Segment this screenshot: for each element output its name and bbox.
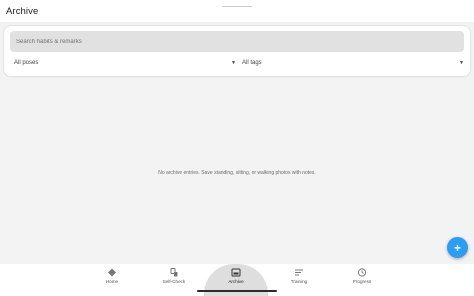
search-input[interactable] bbox=[10, 31, 464, 52]
plus-icon: + bbox=[453, 240, 461, 255]
gesture-handle bbox=[197, 290, 277, 292]
progress-icon bbox=[357, 268, 367, 277]
page-title: Archive bbox=[6, 6, 39, 17]
nav-label-training: Training bbox=[290, 279, 308, 284]
nav-label-self-check: Self-Check bbox=[162, 279, 186, 284]
nav-label-home: Home bbox=[105, 279, 119, 284]
nav-label-progress: Progress bbox=[352, 279, 372, 284]
empty-state-message: No archive entries. Save standing, sitti… bbox=[158, 170, 316, 176]
top-bar: Archive bbox=[0, 0, 474, 22]
filter-card: All poses ▼ All tags ▼ bbox=[4, 26, 470, 76]
tag-filter-dropdown[interactable]: All tags ▼ bbox=[240, 57, 464, 71]
home-icon bbox=[108, 268, 116, 277]
tag-filter-value: All tags bbox=[242, 60, 262, 66]
pose-filter-value: All poses bbox=[14, 60, 39, 66]
nav-item-home[interactable]: Home bbox=[80, 264, 144, 296]
caret-down-icon: ▼ bbox=[231, 60, 236, 66]
training-icon bbox=[295, 269, 303, 276]
pose-filter-dropdown[interactable]: All poses ▼ bbox=[12, 57, 236, 71]
archive-icon bbox=[231, 268, 241, 277]
caret-down-icon: ▼ bbox=[459, 60, 464, 66]
top-handle-indicator bbox=[222, 6, 252, 7]
self-check-icon bbox=[170, 268, 178, 277]
nav-label-archive: Archive bbox=[228, 279, 244, 284]
nav-item-progress[interactable]: Progress bbox=[330, 264, 394, 296]
add-entry-button[interactable]: + bbox=[447, 237, 468, 258]
